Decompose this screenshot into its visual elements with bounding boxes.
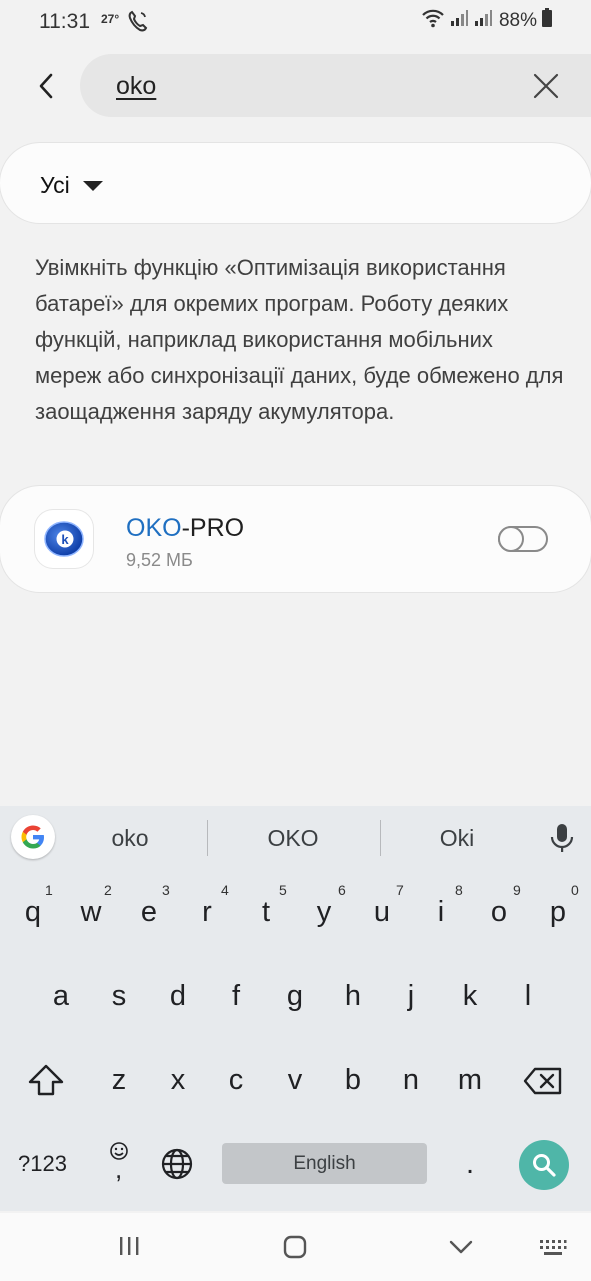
key-r[interactable]: r: [182, 896, 232, 929]
search-input[interactable]: oko: [116, 72, 156, 101]
keyboard: oko OKO Oki q w e r t y u i o p 1 2 3 4 …: [0, 806, 591, 1211]
back-button[interactable]: [24, 66, 68, 106]
back-arrow-icon: [39, 73, 53, 99]
key-k[interactable]: k: [445, 980, 495, 1013]
globe-icon: [161, 1148, 193, 1180]
key-n[interactable]: n: [386, 1064, 436, 1097]
key-d[interactable]: d: [153, 980, 203, 1013]
suggestion-divider: [207, 820, 208, 856]
key-f[interactable]: f: [211, 980, 261, 1013]
recent-apps-button[interactable]: [118, 1235, 140, 1262]
signal-icon-2: [473, 8, 493, 33]
key-hint-3: 3: [162, 882, 170, 898]
close-icon: [533, 73, 559, 99]
chevron-down-icon: [449, 1240, 473, 1254]
backspace-icon: [523, 1067, 562, 1095]
key-u[interactable]: u: [357, 896, 407, 929]
key-hint-7: 7: [396, 882, 404, 898]
key-hint-2: 2: [104, 882, 112, 898]
battery-icon: [541, 8, 553, 33]
search-field[interactable]: oko: [80, 54, 591, 117]
key-m[interactable]: m: [445, 1064, 495, 1097]
search-action-key[interactable]: [519, 1140, 569, 1190]
wifi-calling-icon: [127, 9, 149, 38]
suggestion-bar: oko OKO Oki: [0, 806, 591, 871]
period-key[interactable]: .: [445, 1148, 495, 1181]
key-h[interactable]: h: [328, 980, 378, 1013]
key-hint-9: 9: [513, 882, 521, 898]
key-hint-1: 1: [45, 882, 53, 898]
app-name-rest: -PRO: [181, 514, 245, 542]
key-i[interactable]: i: [416, 896, 466, 929]
key-w[interactable]: w: [66, 896, 116, 929]
key-x[interactable]: x: [153, 1064, 203, 1097]
key-hint-6: 6: [338, 882, 346, 898]
status-indicators: 88%: [421, 8, 553, 33]
suggestion-3[interactable]: Oki: [397, 825, 517, 852]
backspace-key[interactable]: [523, 1066, 563, 1102]
key-o[interactable]: o: [474, 896, 524, 929]
status-time: 11:31: [39, 10, 90, 33]
app-size: 9,52 МБ: [126, 550, 193, 570]
space-key-label: English: [293, 1152, 356, 1174]
key-a[interactable]: a: [36, 980, 86, 1013]
home-icon: [283, 1235, 307, 1259]
filter-dropdown[interactable]: Усі: [0, 143, 591, 223]
search-icon: [533, 1154, 556, 1177]
key-l[interactable]: l: [503, 980, 553, 1013]
suggestion-divider: [380, 820, 381, 856]
key-v[interactable]: v: [270, 1064, 320, 1097]
shift-key[interactable]: [27, 1063, 65, 1103]
key-c[interactable]: c: [211, 1064, 261, 1097]
wifi-icon: [421, 8, 445, 33]
signal-icon-1: [449, 8, 469, 33]
suggestion-1[interactable]: oko: [70, 825, 190, 852]
app-name: OKO-PRO: [126, 514, 244, 543]
recent-apps-icon: [120, 1237, 139, 1255]
svg-text:k: k: [61, 532, 69, 547]
toggle-knob: [498, 526, 524, 552]
battery-optimization-toggle[interactable]: [498, 526, 548, 552]
keyboard-switch-button[interactable]: [539, 1239, 567, 1262]
comma-label: ,: [115, 1154, 123, 1184]
key-hint-8: 8: [455, 882, 463, 898]
key-y[interactable]: y: [299, 896, 349, 929]
suggestion-2[interactable]: OKO: [233, 825, 353, 852]
filter-label: Усі: [40, 172, 70, 198]
space-key[interactable]: English: [222, 1143, 427, 1184]
status-temperature: 27°: [101, 12, 120, 26]
key-q[interactable]: q: [8, 896, 58, 929]
key-t[interactable]: t: [241, 896, 291, 929]
navigation-bar: [0, 1213, 591, 1281]
keyboard-icon: [540, 1240, 567, 1255]
key-e[interactable]: e: [124, 896, 174, 929]
key-b[interactable]: b: [328, 1064, 378, 1097]
language-key[interactable]: [160, 1147, 194, 1187]
home-button[interactable]: [283, 1235, 307, 1264]
key-z[interactable]: z: [94, 1064, 144, 1097]
dropdown-arrow-icon: [82, 179, 104, 197]
key-g[interactable]: g: [270, 980, 320, 1013]
status-bar: 11:31 27° 88%: [0, 0, 591, 46]
key-s[interactable]: s: [94, 980, 144, 1013]
google-icon[interactable]: [11, 815, 55, 859]
emoji-comma-key[interactable]: ,: [108, 1140, 130, 1184]
app-name-highlight: OKO: [126, 514, 182, 542]
app-icon: k: [35, 510, 93, 568]
battery-percent: 88%: [498, 9, 537, 31]
symbols-key[interactable]: ?123: [18, 1151, 67, 1177]
shift-icon: [28, 1064, 64, 1096]
app-list-item[interactable]: k OKO-PRO 9,52 МБ: [0, 486, 591, 592]
clear-search-button[interactable]: [529, 69, 563, 103]
battery-optimization-description: Увімкніть функцію «Оптимізація використа…: [35, 255, 564, 424]
key-hint-0: 0: [571, 882, 579, 898]
key-p[interactable]: p: [533, 896, 583, 929]
key-hint-4: 4: [221, 882, 229, 898]
key-j[interactable]: j: [386, 980, 436, 1013]
hide-keyboard-button[interactable]: [449, 1239, 473, 1260]
microphone-icon[interactable]: [548, 822, 576, 859]
key-hint-5: 5: [279, 882, 287, 898]
